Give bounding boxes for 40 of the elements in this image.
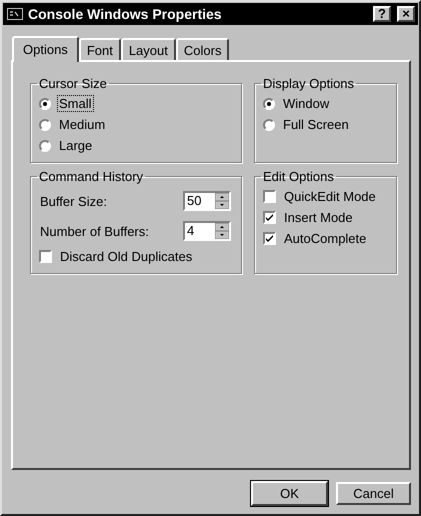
tab[interactable]: Colors	[176, 38, 230, 60]
number-field[interactable]: 50	[183, 191, 231, 211]
spin-arrows-icon[interactable]	[215, 193, 229, 209]
spin-arrows-icon[interactable]	[215, 223, 229, 239]
group-title: Cursor Size	[38, 76, 108, 91]
radio-label[interactable]: Medium	[58, 117, 106, 132]
check-icon	[265, 213, 274, 222]
checkbox[interactable]	[263, 211, 276, 224]
window-title: Console Windows Properties	[28, 6, 223, 22]
number-field[interactable]: 4	[183, 221, 231, 241]
radio-button[interactable]	[39, 118, 51, 130]
check-icon	[265, 234, 274, 243]
radio-label[interactable]: Large	[58, 138, 94, 153]
field-label: Buffer Size:	[39, 194, 108, 208]
radio-button[interactable]	[263, 118, 275, 130]
radio-label[interactable]: Full Screen	[282, 117, 350, 132]
checkbox[interactable]	[39, 250, 52, 263]
close-button[interactable]: ×	[397, 6, 415, 22]
radio-label[interactable]: Small	[58, 96, 93, 111]
radio-button[interactable]	[263, 98, 275, 110]
tab[interactable]: Options	[12, 36, 79, 62]
checkbox-label[interactable]: Discard Old Duplicates	[59, 249, 194, 264]
tab[interactable]: Layout	[120, 38, 176, 60]
group-title: Command History	[38, 169, 144, 184]
checkbox-label[interactable]: QuickEdit Mode	[283, 189, 377, 204]
radio-label[interactable]: Window	[282, 96, 330, 111]
ok-button[interactable]: OK	[251, 481, 328, 506]
checkbox-label[interactable]: Insert Mode	[283, 210, 354, 225]
radio-button[interactable]	[39, 140, 51, 152]
field-label: Number of Buffers:	[39, 224, 150, 238]
checkbox[interactable]	[263, 232, 276, 245]
cancel-button[interactable]: Cancel	[336, 482, 411, 505]
tab[interactable]: Font	[78, 38, 121, 60]
group-title: Edit Options	[262, 169, 335, 184]
radio-button[interactable]	[39, 98, 51, 110]
checkbox-label[interactable]: AutoComplete	[283, 231, 368, 246]
help-button[interactable]: ?	[373, 6, 391, 22]
checkbox[interactable]	[263, 190, 276, 203]
group-title: Display Options	[262, 76, 356, 91]
console-icon	[7, 8, 23, 20]
